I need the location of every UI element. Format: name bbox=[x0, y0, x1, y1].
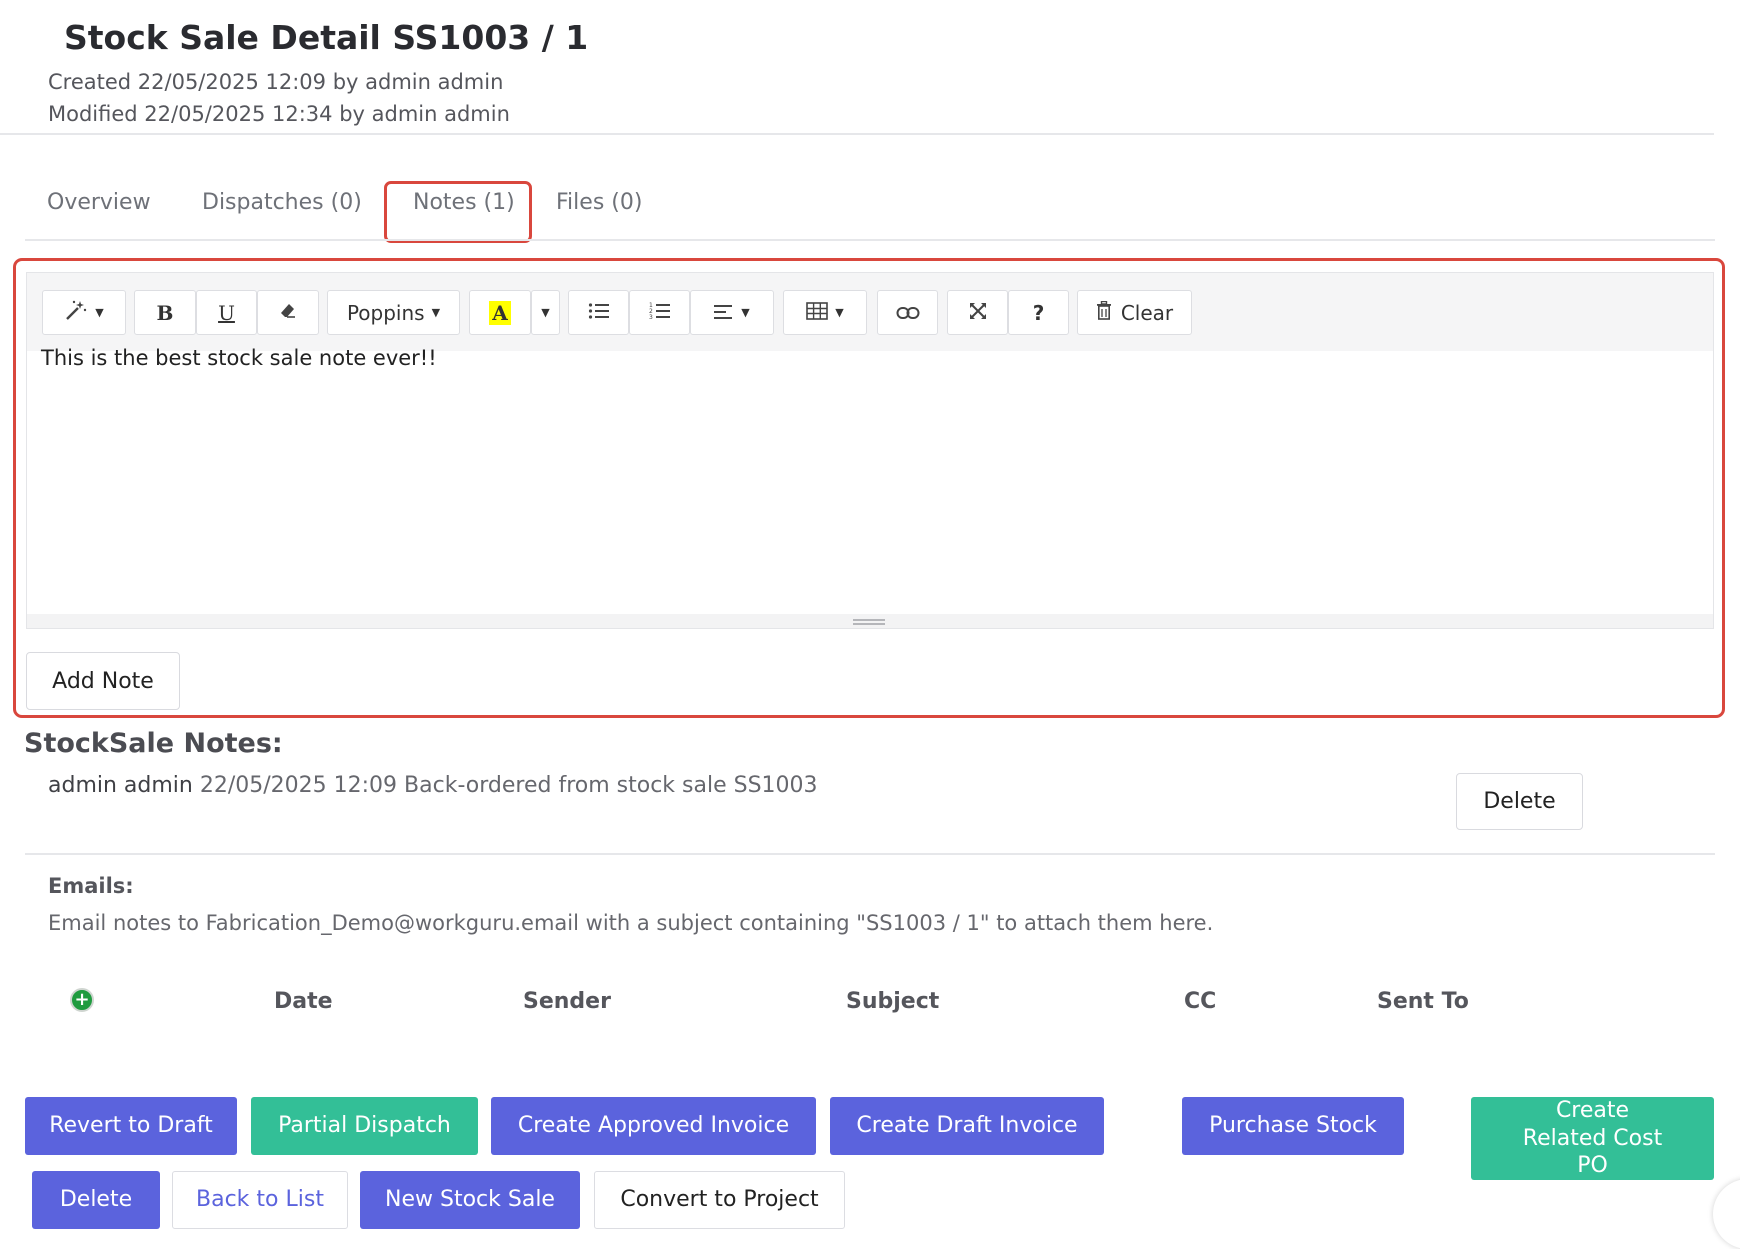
tab-overview[interactable]: Overview bbox=[47, 190, 151, 215]
create-related-cost-po-button[interactable]: Create Related Cost PO bbox=[1471, 1097, 1714, 1180]
ordered-list-button[interactable]: 123 bbox=[629, 290, 690, 335]
magic-wand-icon bbox=[64, 299, 88, 326]
revert-to-draft-button[interactable]: Revert to Draft bbox=[25, 1097, 237, 1155]
tab-files[interactable]: Files (0) bbox=[556, 190, 642, 215]
new-stock-sale-button[interactable]: New Stock Sale bbox=[360, 1171, 580, 1229]
column-sender: Sender bbox=[523, 989, 611, 1014]
color-dropdown-button[interactable]: ▼ bbox=[531, 290, 560, 335]
bullet-list-button[interactable] bbox=[568, 290, 629, 335]
note-item: admin admin 22/05/2025 12:09 Back-ordere… bbox=[48, 773, 818, 798]
unordered-list-icon bbox=[588, 301, 610, 325]
note-editor-content[interactable]: This is the best stock sale note ever!! bbox=[41, 346, 437, 370]
font-family-dropdown[interactable]: Poppins ▼ bbox=[327, 290, 460, 335]
fullscreen-button[interactable] bbox=[947, 290, 1008, 335]
emails-instruction: Email notes to Fabrication_Demo@workguru… bbox=[48, 911, 1214, 935]
delete-note-button[interactable]: Delete bbox=[1456, 773, 1583, 830]
create-draft-invoice-button[interactable]: Create Draft Invoice bbox=[830, 1097, 1104, 1155]
remove-format-button[interactable] bbox=[257, 290, 319, 335]
note-text: 22/05/2025 12:09 Back-ordered from stock… bbox=[199, 773, 818, 798]
chevron-down-icon: ▼ bbox=[541, 306, 550, 319]
create-approved-invoice-button[interactable]: Create Approved Invoice bbox=[491, 1097, 816, 1155]
help-button[interactable]: ? bbox=[1008, 290, 1069, 335]
align-left-icon bbox=[714, 301, 734, 325]
chevron-down-icon: ▼ bbox=[95, 306, 104, 319]
highlight-color-icon: A bbox=[489, 300, 511, 325]
floating-action-button[interactable] bbox=[1713, 1179, 1740, 1249]
tabs-divider bbox=[25, 239, 1715, 241]
clear-label: Clear bbox=[1120, 300, 1174, 325]
style-button[interactable]: ▼ bbox=[42, 290, 126, 335]
column-sent-to: Sent To bbox=[1377, 989, 1469, 1014]
column-cc: CC bbox=[1184, 989, 1217, 1014]
delete-button[interactable]: Delete bbox=[32, 1171, 160, 1229]
underline-button[interactable]: U bbox=[196, 290, 257, 335]
partial-dispatch-button[interactable]: Partial Dispatch bbox=[251, 1097, 478, 1155]
page-title: Stock Sale Detail SS1003 / 1 bbox=[64, 18, 589, 57]
resize-grip-icon bbox=[853, 619, 885, 625]
table-dropdown[interactable]: ▼ bbox=[783, 290, 867, 335]
purchase-stock-button[interactable]: Purchase Stock bbox=[1182, 1097, 1404, 1155]
modified-info: Modified 22/05/2025 12:34 by admin admin bbox=[48, 102, 510, 126]
chevron-down-icon: ▼ bbox=[835, 306, 844, 319]
add-email-icon[interactable]: + bbox=[70, 988, 94, 1012]
add-note-button[interactable]: Add Note bbox=[26, 652, 180, 710]
insert-link-button[interactable] bbox=[877, 290, 938, 335]
chevron-down-icon: ▼ bbox=[741, 306, 750, 319]
eraser-icon bbox=[278, 300, 298, 325]
bold-button[interactable]: B bbox=[134, 290, 196, 335]
emails-label: Emails: bbox=[48, 874, 134, 898]
header-divider bbox=[0, 133, 1714, 135]
created-info: Created 22/05/2025 12:09 by admin admin bbox=[48, 70, 504, 94]
chevron-down-icon: ▼ bbox=[431, 306, 441, 319]
note-author: admin admin bbox=[48, 773, 193, 798]
back-to-list-button[interactable]: Back to List bbox=[172, 1171, 348, 1229]
table-icon bbox=[806, 301, 829, 325]
tab-notes[interactable]: Notes (1) bbox=[413, 190, 515, 215]
column-date: Date bbox=[274, 989, 333, 1014]
svg-text:3: 3 bbox=[649, 314, 653, 320]
link-icon bbox=[896, 301, 920, 325]
tab-dispatches[interactable]: Dispatches (0) bbox=[202, 190, 362, 215]
ordered-list-icon: 123 bbox=[649, 301, 671, 325]
notes-heading: StockSale Notes: bbox=[24, 728, 283, 759]
paragraph-align-dropdown[interactable]: ▼ bbox=[690, 290, 774, 335]
expand-icon bbox=[969, 301, 987, 325]
notes-divider bbox=[25, 853, 1715, 855]
column-subject: Subject bbox=[846, 989, 940, 1014]
font-family-label: Poppins bbox=[346, 300, 425, 325]
clear-editor-button[interactable]: Clear bbox=[1077, 290, 1192, 335]
convert-to-project-button[interactable]: Convert to Project bbox=[594, 1171, 845, 1229]
highlight-color-button[interactable]: A bbox=[469, 290, 531, 335]
trash-icon bbox=[1096, 300, 1112, 325]
